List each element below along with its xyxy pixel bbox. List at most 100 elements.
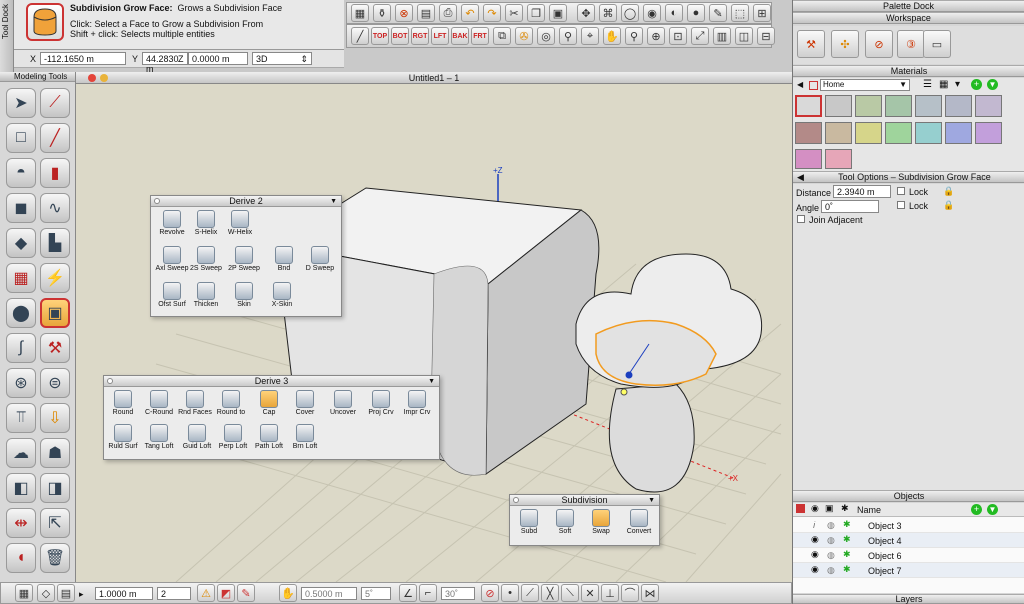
tool-x-skin[interactable]: X-Skin (263, 282, 301, 309)
tool-ruld-surf[interactable]: Ruld Surf (104, 424, 142, 451)
twist-icon[interactable]: ∿ (40, 193, 70, 223)
materials-header[interactable]: Materials (793, 65, 1024, 77)
material-swatch[interactable] (945, 95, 972, 117)
material-swatch[interactable] (795, 149, 822, 169)
angle-step-field[interactable]: 30˚ (441, 587, 475, 600)
tool-swap[interactable]: Swap (582, 509, 620, 536)
point-line-icon[interactable]: ⟋ (40, 88, 70, 118)
material-swatch[interactable] (975, 122, 1002, 144)
subdivision-grow-face-icon[interactable]: ▣ (40, 298, 70, 328)
zoom-in-icon[interactable]: ⊕ (647, 27, 665, 45)
hidden-eye-icon[interactable]: 𝑖 (813, 520, 815, 531)
material-swatch[interactable] (825, 95, 852, 117)
material-swatch[interactable] (915, 95, 942, 117)
snap-distance-field[interactable]: 0.5000 m (301, 587, 357, 600)
tool-uncover[interactable]: Uncover (324, 390, 362, 417)
grid-icon[interactable]: ▦ (351, 4, 369, 22)
paint-bucket-icon[interactable]: ◖ (6, 543, 36, 573)
workspace-header[interactable]: Workspace (793, 12, 1024, 24)
tool-skin[interactable]: Skin (225, 282, 263, 309)
grid-toggle-icon[interactable]: ▦ (15, 584, 33, 602)
shaded-icon[interactable]: ◉ (643, 4, 661, 22)
select-mode-icon[interactable]: ✥ (577, 4, 595, 22)
tool-2s-sweep[interactable]: 2S Sweep (187, 246, 225, 273)
lock-icon[interactable]: ◍ (827, 550, 835, 561)
tool-path-loft[interactable]: Path Loft (250, 424, 288, 451)
hand-pan-icon[interactable]: ✋ (603, 27, 621, 45)
render-workspace-icon[interactable]: ⊘ (865, 30, 893, 58)
line-segment-icon[interactable]: ╱ (40, 123, 70, 153)
eye-icon[interactable]: ◉ (811, 564, 819, 575)
palette-close-icon[interactable] (107, 378, 113, 384)
copy-icon[interactable]: ❐ (527, 4, 545, 22)
eye-icon[interactable]: ◉ (811, 503, 819, 514)
palette-close-icon[interactable] (513, 497, 519, 503)
viewport[interactable]: Untitled1 – 1 +Z +X (76, 72, 792, 582)
materials-folder-select[interactable]: Home ▼ (820, 79, 910, 91)
pivot-point[interactable] (620, 388, 628, 396)
iso-view-icon[interactable]: ⧉ (493, 27, 511, 45)
snap-point-icon[interactable]: • (501, 584, 519, 602)
paste-icon[interactable]: ▣ (549, 4, 567, 22)
snap-icon[interactable]: ✱ (843, 549, 851, 560)
z-coordinate-field[interactable]: 0.0000 m (188, 52, 248, 65)
rectangle-icon[interactable]: □ (6, 123, 36, 153)
tool-s-helix[interactable]: S-Helix (187, 210, 225, 237)
print-icon[interactable]: ⎙ (439, 4, 457, 22)
tool-w-helix[interactable]: W-Helix (221, 210, 259, 237)
material-swatch[interactable] (795, 95, 822, 117)
grid-snap-icon[interactable]: ⊞ (753, 4, 771, 22)
trim-icon[interactable]: ◨ (40, 473, 70, 503)
no-snap-icon[interactable]: ⊘ (481, 584, 499, 602)
pen-icon[interactable]: ✎ (709, 4, 727, 22)
material-swatch[interactable] (795, 122, 822, 144)
tool-tang-loft[interactable]: Tang Loft (140, 424, 178, 451)
object-row[interactable]: ◉ ◍ ✱ Object 4 (793, 533, 1024, 548)
view-back-button[interactable]: BAK (451, 27, 469, 45)
warning-icon[interactable]: ⚠ (197, 584, 215, 602)
join-adjacent-checkbox[interactable] (797, 215, 805, 223)
material-swatch[interactable] (855, 122, 882, 144)
hammer-icon[interactable]: ⚒ (40, 333, 70, 363)
collapse-icon[interactable]: ◀ (797, 80, 803, 89)
handle-point[interactable] (625, 371, 633, 379)
object-row[interactable]: ◉ ◍ ✱ Object 7 (793, 563, 1024, 578)
extrude-icon[interactable]: ▮ (40, 158, 70, 188)
trash-icon[interactable]: 🗑 (40, 543, 70, 573)
sphere-tool-icon[interactable]: ⬤ (6, 298, 36, 328)
stairs-icon[interactable]: ▙ (40, 228, 70, 258)
material-swatch[interactable] (825, 149, 852, 169)
dome-icon[interactable]: ◓ (6, 158, 36, 188)
material-swatch[interactable] (915, 122, 942, 144)
tool-rnd-faces[interactable]: Rnd Faces (176, 390, 214, 417)
settings-icon[interactable]: ▾ (955, 79, 960, 90)
lock-icon[interactable]: ◍ (827, 520, 835, 531)
view-bottom-button[interactable]: BOT (391, 27, 409, 45)
minimize-icon[interactable] (100, 74, 108, 82)
layout-workspace-icon[interactable]: ▭ (923, 30, 951, 58)
view-right-button[interactable]: RGT (411, 27, 429, 45)
x-coordinate-field[interactable]: -112.1650 m (40, 52, 126, 65)
angle-icon[interactable]: ∠ (399, 584, 417, 602)
cancel-icon[interactable]: ⊗ (395, 4, 413, 22)
distance-field[interactable]: 2.3940 m (833, 185, 891, 198)
snap-tangent-icon[interactable]: ⌒ (621, 584, 639, 602)
angle-field[interactable]: 0˚ (821, 200, 879, 213)
line-icon[interactable]: ╱ (351, 27, 369, 45)
cut-icon[interactable]: ✂ (505, 4, 523, 22)
tool-cover[interactable]: Cover (286, 390, 324, 417)
tool-round[interactable]: Round (104, 390, 142, 417)
tool-revolve[interactable]: Revolve (153, 210, 191, 237)
grid-view-icon[interactable]: ▦ (939, 79, 948, 90)
surface-workspace-icon[interactable]: ✣ (831, 30, 859, 58)
material-swatch[interactable] (945, 122, 972, 144)
grid-display-icon[interactable]: ⊟ (757, 27, 775, 45)
snap-angle-icon[interactable]: ⟍ (561, 584, 579, 602)
3d-print-workspace-icon[interactable]: ③ (897, 30, 925, 58)
visibility-icon[interactable] (796, 504, 805, 513)
tool-options-header[interactable]: ◀ Tool Options – Subdivision Grow Face (793, 171, 1024, 183)
object-row[interactable]: 𝑖 ◍ ✱ Object 3 (793, 518, 1024, 533)
zoom-window-icon[interactable]: ⊡ (669, 27, 687, 45)
snap-center-icon[interactable]: ✕ (581, 584, 599, 602)
tool-ofst-surf[interactable]: Ofst Surf (153, 282, 191, 309)
